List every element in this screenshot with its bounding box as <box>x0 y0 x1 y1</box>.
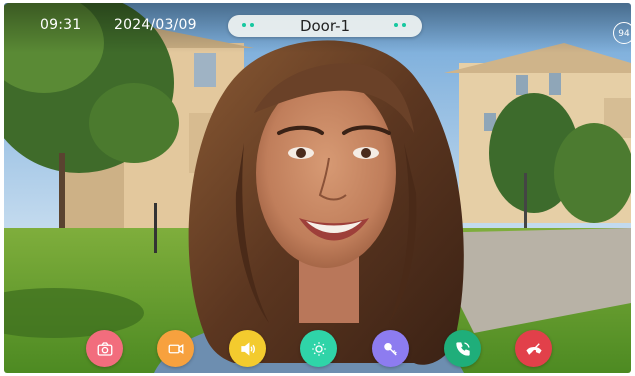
brightness-icon <box>311 341 326 356</box>
door-indicator-right-icon <box>394 23 408 29</box>
phone-icon <box>455 341 470 356</box>
clock-time: 09:31 <box>40 17 82 33</box>
camera-icon <box>97 341 112 356</box>
key-icon <box>383 342 397 356</box>
door-selector[interactable]: Door-1 <box>228 15 422 37</box>
hangup-button[interactable] <box>515 330 552 367</box>
volume-button[interactable] <box>229 330 266 367</box>
intercom-monitor-screen: 09:31 2024/03/09 Door-1 94 <box>0 0 635 376</box>
camera-feed <box>4 3 631 373</box>
record-button[interactable] <box>157 330 194 367</box>
clock-date: 2024/03/09 <box>114 17 197 33</box>
brightness-button[interactable] <box>300 330 337 367</box>
answer-button[interactable] <box>444 330 481 367</box>
snapshot-button[interactable] <box>86 330 123 367</box>
speaker-icon <box>240 341 255 356</box>
door-name: Door-1 <box>299 17 351 35</box>
countdown-badge: 94 <box>613 22 635 44</box>
unlock-button[interactable] <box>372 330 409 367</box>
phone-hangup-icon <box>525 342 542 355</box>
status-bar: 09:31 2024/03/09 Door-1 94 <box>0 0 635 50</box>
call-controls <box>0 330 635 367</box>
video-camera-icon <box>168 343 183 354</box>
camera-feed-image <box>4 3 631 373</box>
